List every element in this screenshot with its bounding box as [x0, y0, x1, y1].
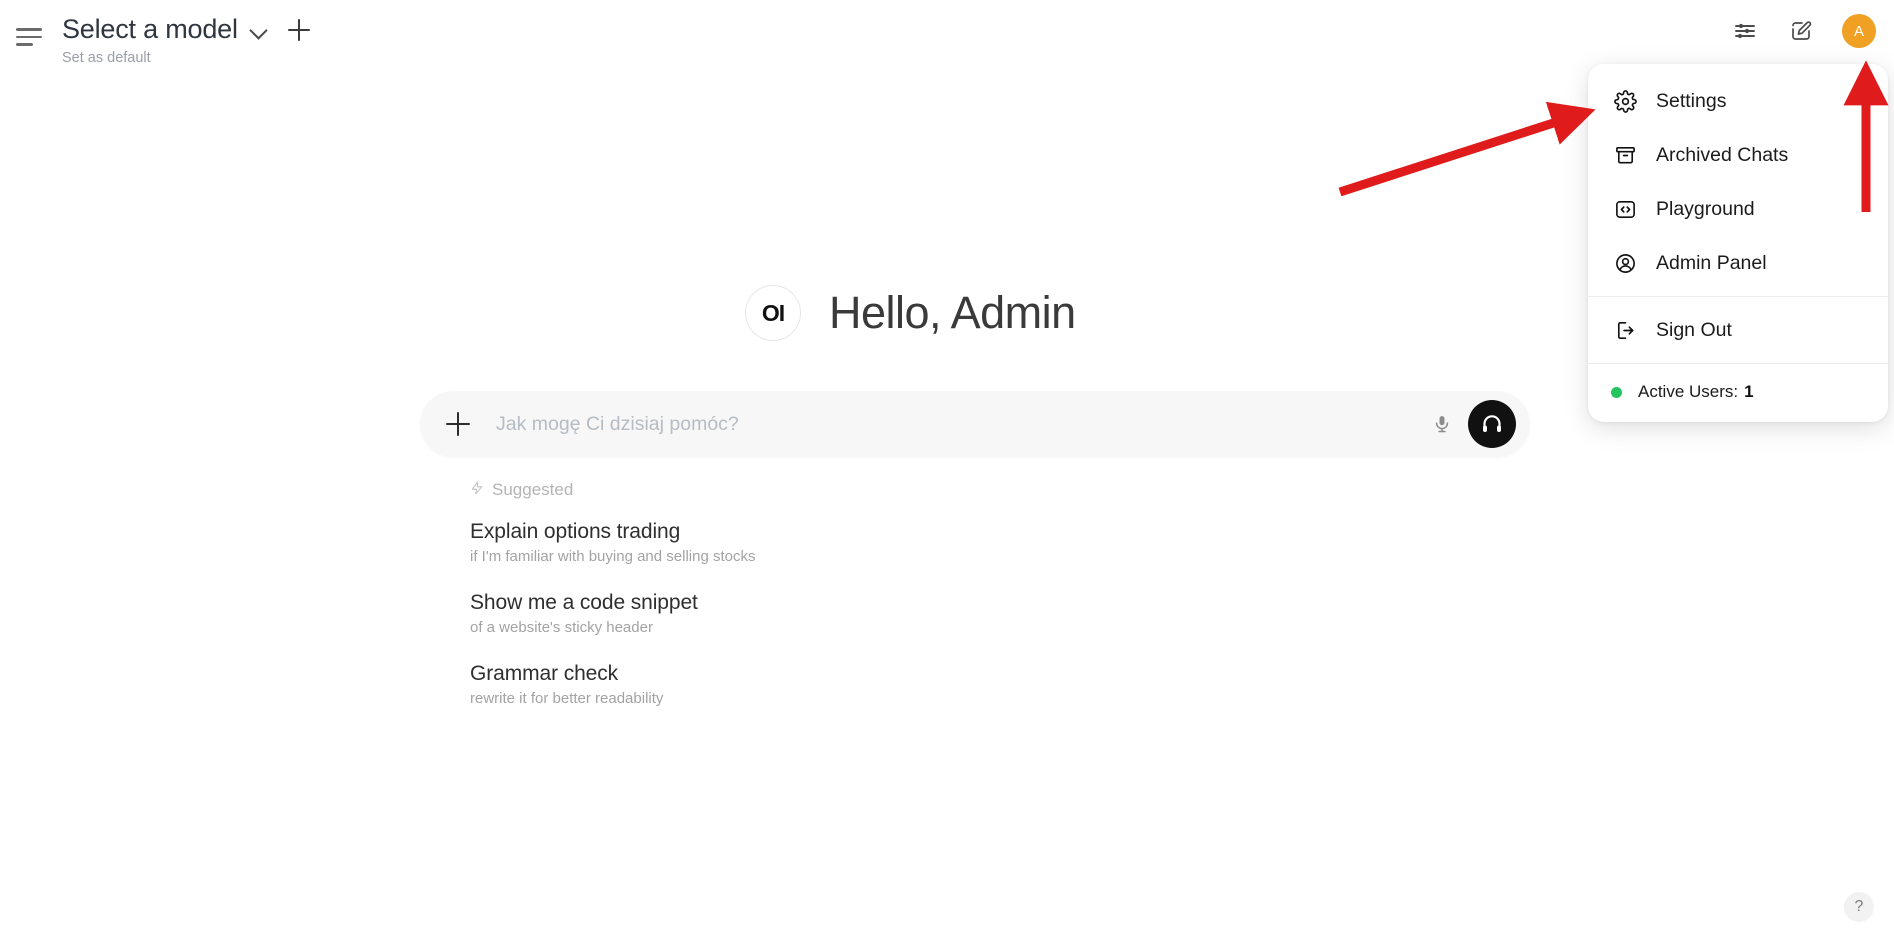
sidebar-toggle-icon[interactable] [12, 20, 48, 54]
code-brackets-icon [1612, 196, 1638, 222]
suggestions-heading: Suggested [470, 480, 761, 500]
sidebar-toggle-line [16, 28, 42, 31]
help-button[interactable]: ? [1844, 892, 1874, 922]
status-dot-icon [1611, 386, 1622, 398]
suggestion-subtitle: rewrite it for better readability [470, 690, 664, 707]
suggestion-item[interactable]: Grammar check rewrite it for better read… [470, 660, 761, 709]
menu-item-archived-chats[interactable]: Archived Chats [1594, 128, 1882, 182]
chat-input[interactable] [496, 412, 1426, 436]
microphone-icon[interactable] [1426, 408, 1458, 440]
suggestion-title: Show me a code snippet [470, 591, 698, 614]
help-label: ? [1854, 898, 1864, 915]
model-selector-row: Select a model [62, 14, 312, 45]
sign-out-icon [1612, 317, 1638, 343]
model-selector-label[interactable]: Select a model [62, 14, 238, 45]
lightning-bolt-icon [470, 480, 484, 500]
add-model-button[interactable] [286, 17, 312, 43]
set-as-default-link[interactable]: Set as default [62, 50, 151, 66]
menu-divider [1588, 363, 1888, 364]
top-right-controls: A [1730, 14, 1876, 48]
suggestion-subtitle: of a website's sticky header [470, 619, 653, 636]
chat-composer [420, 391, 1530, 457]
menu-item-label: Playground [1656, 197, 1755, 220]
menu-item-admin-panel[interactable]: Admin Panel [1594, 236, 1882, 290]
user-circle-icon [1612, 250, 1638, 276]
active-users-status: Active Users: 1 [1588, 370, 1888, 414]
archive-box-icon [1612, 142, 1638, 168]
menu-item-settings[interactable]: Settings [1594, 74, 1882, 128]
menu-item-sign-out[interactable]: Sign Out [1594, 303, 1882, 357]
sidebar-toggle-line [16, 43, 33, 46]
menu-divider [1588, 296, 1888, 297]
greeting-block: OI Hello, Admin [745, 285, 1076, 341]
app-logo-icon: OI [745, 285, 801, 341]
menu-item-label: Admin Panel [1656, 251, 1767, 274]
greeting-title: Hello, Admin [829, 287, 1076, 338]
voice-call-button[interactable] [1468, 400, 1516, 448]
app-root: Select a model Set as default A Settings… [0, 0, 1894, 940]
active-users-count: 1 [1744, 382, 1754, 401]
menu-item-label: Sign Out [1656, 318, 1732, 341]
suggestion-item[interactable]: Show me a code snippet of a website's st… [470, 589, 761, 638]
suggestion-subtitle: if I'm familiar with buying and selling … [470, 548, 756, 565]
annotation-arrow-to-settings [1338, 101, 1596, 197]
menu-item-label: Settings [1656, 89, 1727, 112]
sidebar-toggle-line [16, 35, 42, 39]
suggestion-title: Grammar check [470, 662, 619, 685]
suggestion-title: Explain options trading [470, 520, 681, 543]
menu-item-label: Archived Chats [1656, 143, 1789, 166]
menu-item-playground[interactable]: Playground [1594, 182, 1882, 236]
attach-plus-icon[interactable] [446, 412, 470, 436]
user-menu-dropdown: Settings Archived Chats Playground Admin… [1588, 64, 1888, 422]
sliders-icon[interactable] [1730, 16, 1760, 46]
avatar-initial: A [1853, 22, 1864, 40]
gear-icon [1612, 88, 1638, 114]
logo-text: OI [761, 299, 785, 326]
suggestions-heading-label: Suggested [492, 480, 574, 499]
suggestion-item[interactable]: Explain options trading if I'm familiar … [470, 518, 761, 567]
chevron-down-icon[interactable] [250, 21, 268, 39]
suggestions-section: Suggested Explain options trading if I'm… [470, 480, 761, 731]
user-avatar[interactable]: A [1842, 14, 1876, 48]
active-users-label: Active Users: [1638, 382, 1739, 401]
pencil-square-icon[interactable] [1786, 16, 1816, 46]
